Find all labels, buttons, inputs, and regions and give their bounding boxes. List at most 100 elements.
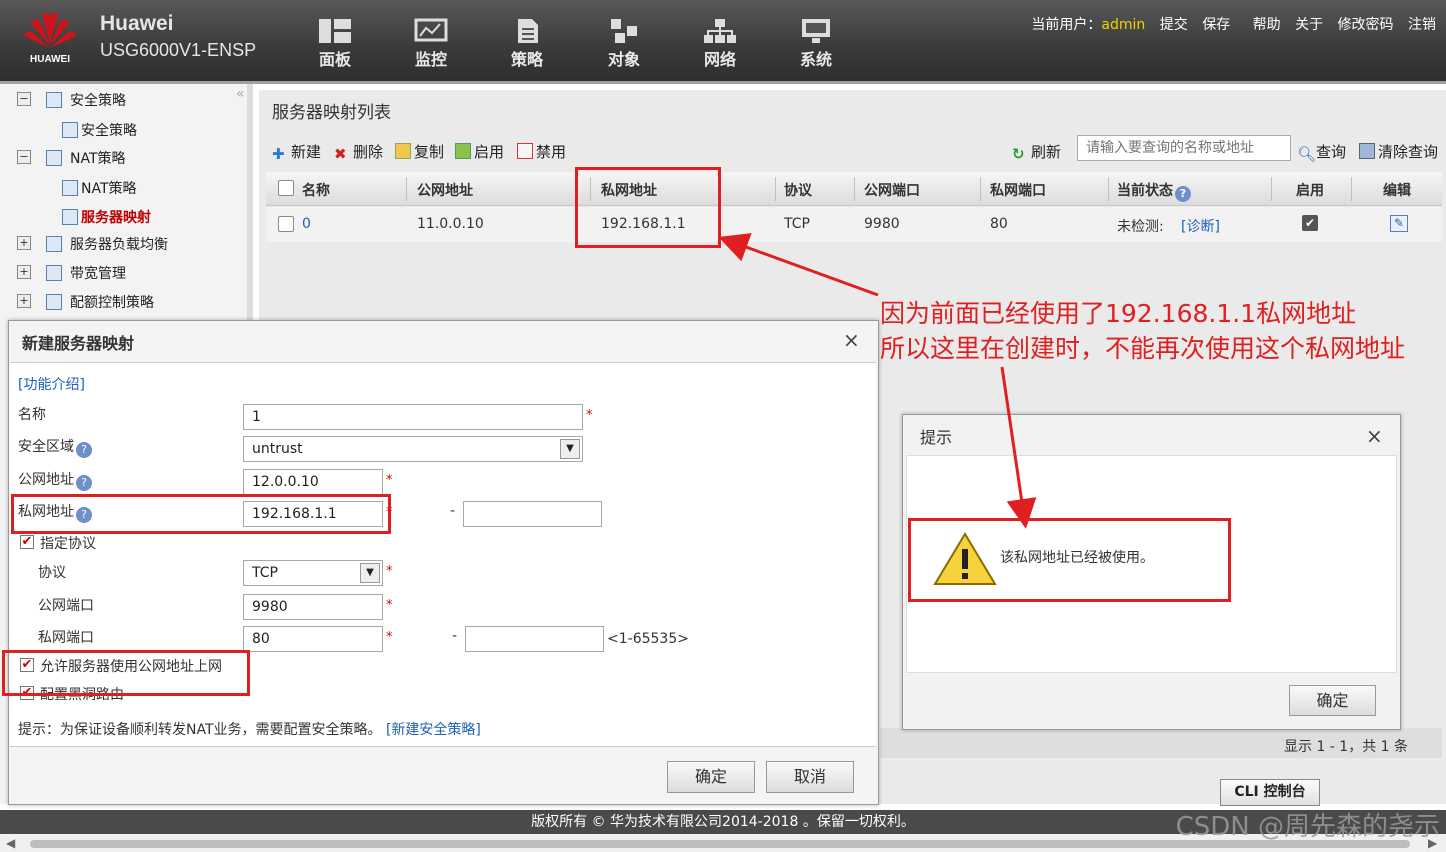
- save-link[interactable]: 保存: [1202, 17, 1230, 33]
- col-name[interactable]: 名称: [302, 180, 330, 200]
- top-links: 当前用户：admin 提交 保存 帮助 关于 修改密码 注销: [1031, 14, 1436, 34]
- diagnose-link[interactable]: [诊断]: [1181, 216, 1220, 236]
- expand-icon[interactable]: +: [17, 294, 31, 308]
- private-ip-end-field[interactable]: [463, 501, 602, 527]
- help-icon[interactable]: ?: [1175, 186, 1191, 202]
- sidebar-item-label: NAT策略: [70, 151, 126, 167]
- required-mark: *: [386, 564, 393, 579]
- new-security-policy-link[interactable]: [新建安全策略]: [386, 722, 481, 738]
- specify-protocol-label: 指定协议: [40, 536, 96, 552]
- col-private-port[interactable]: 私网端口: [990, 180, 1046, 200]
- col-protocol[interactable]: 协议: [784, 180, 812, 200]
- sidebar-item-server-mapping[interactable]: 服务器映射: [0, 205, 250, 231]
- alert-ok-button[interactable]: 确定: [1289, 685, 1376, 716]
- col-public-port[interactable]: 公网端口: [864, 180, 920, 200]
- public-port-label: 公网端口: [38, 598, 94, 614]
- row-name-link[interactable]: 0: [302, 216, 311, 232]
- row-public-ip: 11.0.0.10: [417, 216, 484, 232]
- sidebar-item-label: 安全策略: [81, 123, 137, 139]
- copy-button[interactable]: 复制: [395, 141, 444, 162]
- expand-icon[interactable]: +: [17, 265, 31, 279]
- collapse-icon[interactable]: −: [17, 150, 31, 164]
- scroll-left-icon[interactable]: ◀: [6, 836, 15, 850]
- nav-monitor[interactable]: 监控: [401, 18, 461, 70]
- sidebar-item-bandwidth[interactable]: + 带宽管理: [0, 261, 250, 287]
- name-field[interactable]: [243, 404, 583, 430]
- sidebar-item-nat-policy-group[interactable]: − NAT策略: [0, 146, 250, 172]
- private-port-field[interactable]: [243, 626, 383, 652]
- col-status[interactable]: 当前状态?: [1117, 180, 1191, 202]
- select-all-checkbox[interactable]: [278, 180, 294, 196]
- query-button[interactable]: 🔍︎查询: [1297, 141, 1347, 163]
- brand-name: Huawei: [100, 12, 174, 35]
- alert-close-icon[interactable]: ×: [1366, 424, 1383, 448]
- port-range-hint: <1-65535>: [607, 631, 689, 647]
- sidebar-item-nat-policy[interactable]: NAT策略: [0, 176, 250, 202]
- submit-link[interactable]: 提交: [1160, 17, 1188, 33]
- private-port-end-field[interactable]: [465, 626, 604, 652]
- nat-icon: [62, 180, 78, 196]
- enable-label: 启用: [474, 143, 505, 161]
- clear-query-button[interactable]: 清除查询: [1359, 141, 1438, 162]
- feature-intro-link[interactable]: [功能介绍]: [18, 374, 85, 394]
- annotation-box-private-ip: [11, 494, 391, 534]
- col-edit[interactable]: 编辑: [1383, 180, 1411, 200]
- nat-icon: [46, 150, 62, 166]
- nav-system[interactable]: 系统: [786, 18, 846, 70]
- row-status: 未检测:: [1117, 219, 1164, 235]
- name-label: 名称: [18, 407, 46, 423]
- sidebar-item-slb[interactable]: + 服务器负载均衡: [0, 232, 250, 258]
- enabled-checkbox[interactable]: ✔: [1302, 215, 1318, 231]
- sidebar-item-security-policy[interactable]: 安全策略: [0, 118, 250, 144]
- row-checkbox[interactable]: [278, 216, 294, 232]
- protocol-select[interactable]: TCP ▼: [243, 560, 383, 586]
- nav-label: 面板: [318, 50, 351, 69]
- new-button[interactable]: ✚ 新建: [272, 141, 321, 163]
- disable-icon: [517, 143, 533, 159]
- clear-icon: [1359, 143, 1375, 159]
- refresh-icon: ↻: [1012, 145, 1025, 163]
- sidebar-item-security-policy-group[interactable]: − 安全策略: [0, 88, 250, 114]
- policy-icon: [46, 92, 62, 108]
- expand-icon[interactable]: +: [17, 236, 31, 250]
- disable-button[interactable]: 禁用: [517, 141, 566, 162]
- help-icon[interactable]: ?: [76, 475, 92, 491]
- nav-policy[interactable]: 策略: [497, 18, 557, 70]
- col-public-ip[interactable]: 公网地址: [417, 180, 473, 200]
- device-model: USG6000V1-ENSP: [100, 40, 257, 60]
- search-icon: 🔍︎: [1297, 145, 1317, 163]
- enable-button[interactable]: 启用: [455, 141, 504, 162]
- delete-label: 删除: [353, 143, 384, 161]
- sidebar-item-label: 配额控制策略: [70, 295, 154, 311]
- search-input[interactable]: [1077, 135, 1291, 161]
- protocol-label: 协议: [38, 565, 66, 581]
- chevron-down-icon[interactable]: ▼: [360, 563, 380, 583]
- help-icon[interactable]: ?: [76, 442, 92, 458]
- public-ip-field[interactable]: [243, 469, 383, 495]
- nav-object[interactable]: 对象: [594, 18, 654, 70]
- sidebar-item-quota[interactable]: + 配额控制策略: [0, 290, 250, 316]
- col-enable[interactable]: 启用: [1296, 180, 1324, 200]
- public-port-field[interactable]: [243, 594, 383, 620]
- nav-network[interactable]: 网络: [690, 18, 750, 70]
- edit-icon[interactable]: ✎: [1390, 215, 1408, 232]
- specify-protocol-checkbox[interactable]: ✔: [20, 535, 34, 549]
- query-label: 查询: [1316, 143, 1347, 161]
- nav-label: 策略: [510, 50, 543, 69]
- zone-select[interactable]: untrust ▼: [243, 436, 583, 462]
- chevron-down-icon[interactable]: ▼: [560, 439, 580, 459]
- required-mark: *: [386, 598, 393, 613]
- collapse-icon[interactable]: −: [17, 92, 31, 106]
- logout-link[interactable]: 注销: [1408, 17, 1436, 33]
- change-password-link[interactable]: 修改密码: [1338, 17, 1394, 33]
- help-link[interactable]: 帮助: [1253, 17, 1281, 33]
- dialog-cancel-button[interactable]: 取消: [766, 761, 854, 793]
- cli-console-button[interactable]: CLI 控制台: [1220, 779, 1320, 806]
- delete-button[interactable]: ✖ 删除: [334, 141, 384, 163]
- about-link[interactable]: 关于: [1295, 17, 1323, 33]
- range-dash: -: [450, 503, 456, 519]
- refresh-button[interactable]: ↻ 刷新: [1012, 141, 1061, 163]
- nav-dashboard[interactable]: 面板: [305, 18, 365, 70]
- current-user[interactable]: admin: [1101, 17, 1145, 33]
- dialog-ok-button[interactable]: 确定: [667, 761, 755, 793]
